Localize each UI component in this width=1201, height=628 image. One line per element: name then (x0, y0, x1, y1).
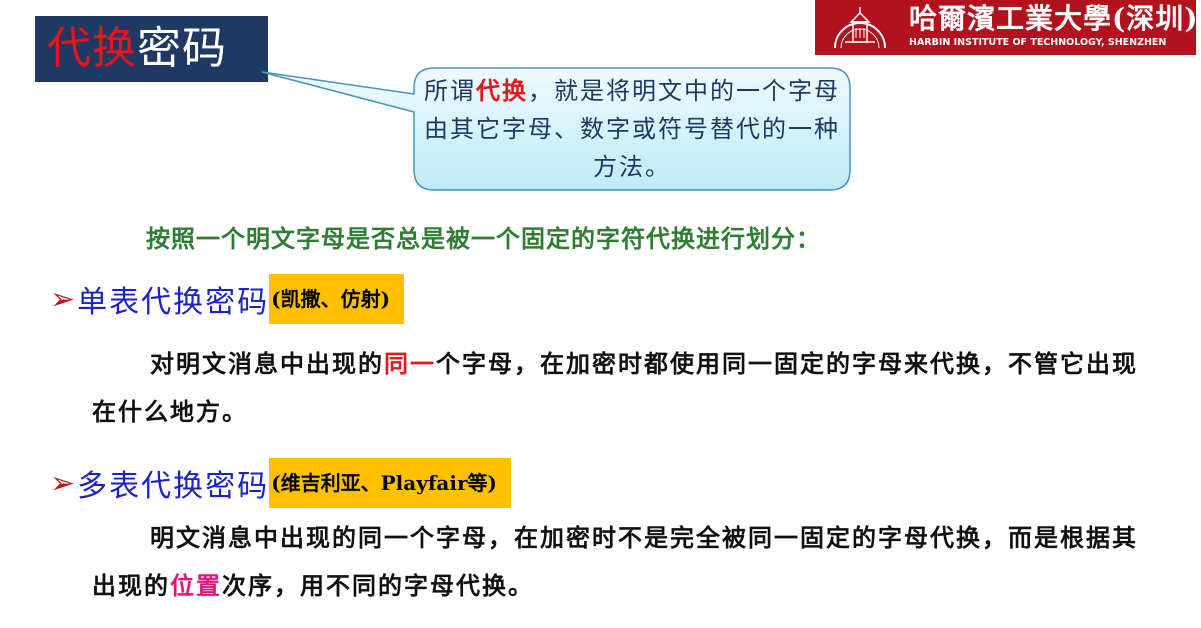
section-heading-monoalphabetic: ➢ 单表代换密码 (凯撒、仿射) (50, 274, 405, 324)
section-title: 单表代换密码 (77, 285, 270, 320)
callout-highlight: 代换 (476, 76, 528, 105)
body-text-highlight: 同一 (384, 349, 436, 378)
intro-text: 按照一个明文字母是否总是被一个固定的字符代换进行划分： (146, 224, 821, 253)
arrow-bullet-icon: ➢ (50, 465, 76, 501)
section-note: (维吉利亚、Playfair等) (269, 458, 511, 508)
section-body-monoalphabetic: 对明文消息中出现的同一个字母，在加密时都使用同一固定的字母来代换，不管它出现在什… (92, 340, 1152, 436)
body-text-highlight: 位置 (170, 571, 222, 600)
body-text-post: 次序，用不同的字母代换。 (222, 571, 534, 600)
section-heading-polyalphabetic: ➢ 多表代换密码 (维吉利亚、Playfair等) (50, 458, 511, 508)
callout-prefix: 所谓 (424, 77, 476, 105)
section-body-polyalphabetic: 明文消息中出现的同一个字母，在加密时不是完全被同一固定的字母代换，而是根据其出现… (92, 514, 1152, 610)
arrow-bullet-icon: ➢ (50, 281, 76, 317)
section-title: 多表代换密码 (77, 469, 270, 504)
callout-text: 所谓代换，就是将明文中的一个字母由其它字母、数字或符号替代的一种方法。 (416, 72, 848, 186)
section-note: (凯撒、仿射) (269, 274, 405, 324)
body-text-pre: 对明文消息中出现的 (150, 349, 384, 378)
